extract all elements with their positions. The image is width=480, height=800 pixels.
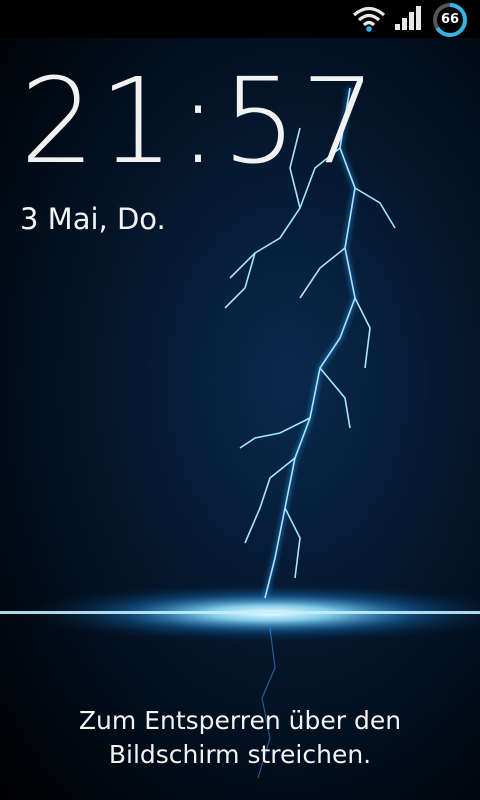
unlock-hint[interactable]: Zum Entsperren über den Bildschirm strei… xyxy=(0,704,480,772)
wifi-icon xyxy=(352,6,386,32)
unlock-hint-line1: Zum Entsperren über den xyxy=(78,706,402,735)
lockscreen-date: 3 Mai, Do. xyxy=(20,202,166,236)
signal-icon xyxy=(395,6,421,30)
lockscreen-clock: 21:57 xyxy=(20,52,381,190)
unlock-hint-line2: Bildschirm streichen. xyxy=(108,740,372,769)
status-bar: 66 xyxy=(0,0,480,38)
battery-level-text: 66 xyxy=(440,12,460,27)
